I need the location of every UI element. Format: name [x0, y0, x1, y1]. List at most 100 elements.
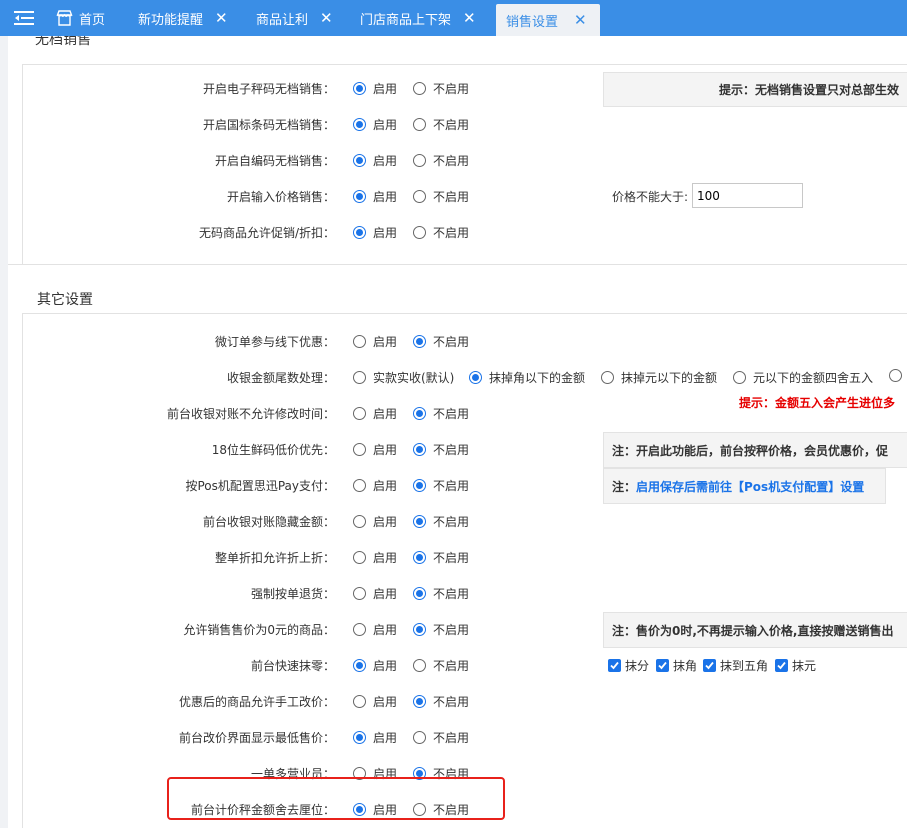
- checkbox-round-half-yuan[interactable]: 抹到五角: [703, 657, 768, 674]
- radio-rounding-drop-yuan[interactable]: 抹掉元以下的金额: [601, 369, 717, 386]
- radio-disable[interactable]: 不启用: [413, 585, 469, 602]
- setting-label: 强制按单退货：: [250, 587, 335, 601]
- radio-enable[interactable]: 启用: [353, 405, 397, 422]
- setting-label: 开启输入价格销售：: [226, 190, 335, 204]
- radio-disable[interactable]: 不启用: [413, 549, 469, 566]
- radio-rounding-drop-jiao[interactable]: 抹掉角以下的金额: [469, 369, 585, 386]
- tab-store-product-listing[interactable]: 门店商品上下架 ✕: [360, 0, 476, 36]
- setting-label: 18位生鲜码低价优先：: [211, 443, 335, 457]
- price-limit-label: 价格不能大于:: [612, 190, 689, 204]
- section-border: [22, 313, 23, 828]
- radio-disable[interactable]: 不启用: [413, 224, 469, 241]
- radio-disable[interactable]: 不启用: [413, 621, 469, 638]
- close-icon[interactable]: ✕: [463, 10, 476, 26]
- tab-label: 新功能提醒: [138, 12, 204, 28]
- radio-enable[interactable]: 启用: [353, 188, 397, 205]
- radio-disable[interactable]: 不启用: [413, 333, 469, 350]
- radio-enable[interactable]: 启用: [353, 477, 397, 494]
- setting-label: 前台快速抹零：: [250, 659, 335, 673]
- radio-enable[interactable]: 启用: [353, 729, 397, 746]
- setting-label: 整单折扣允许折上折：: [214, 551, 335, 565]
- menu-toggle-button[interactable]: [0, 0, 48, 36]
- tab-home[interactable]: 首页: [56, 0, 105, 36]
- tab-label: 首页: [79, 12, 106, 28]
- checkbox-checked-icon: [775, 659, 788, 672]
- radio-enable[interactable]: 启用: [353, 333, 397, 350]
- zero-price-note: 注：售价为0时,不再提示输入价格,直接按赠送销售出: [603, 612, 907, 648]
- close-icon[interactable]: ✕: [574, 12, 587, 28]
- sales-settings-window: 首页 新功能提醒 ✕ 商品让利 ✕ 门店商品上下架 ✕ 销售设置 ✕ 无档销售 …: [0, 0, 907, 828]
- radio-disable[interactable]: 不启用: [413, 657, 469, 674]
- radio-disable[interactable]: 不启用: [413, 765, 469, 782]
- setting-label: 优惠后的商品允许手工改价：: [178, 695, 335, 709]
- radio-enable[interactable]: 启用: [353, 585, 397, 602]
- setting-label: 无码商品允许促销/折扣：: [198, 226, 335, 240]
- radio-disable[interactable]: 不启用: [413, 116, 469, 133]
- radio-enable[interactable]: 启用: [353, 693, 397, 710]
- rounding-warning: 提示：金额五入会产生进位多: [739, 396, 896, 410]
- checkbox-round-yuan[interactable]: 抹元: [775, 657, 816, 674]
- radio-disable[interactable]: 不启用: [413, 801, 469, 818]
- setting-label: 允许销售售价为0元的商品：: [183, 623, 335, 637]
- radio-enable[interactable]: 启用: [353, 621, 397, 638]
- checkbox-checked-icon: [656, 659, 669, 672]
- tab-new-feature-reminder[interactable]: 新功能提醒 ✕: [138, 0, 228, 36]
- radio-disable[interactable]: 不启用: [413, 152, 469, 169]
- pos-pay-config-link[interactable]: 启用保存后需前往【Pos机支付配置】设置: [636, 478, 864, 495]
- setting-label: 开启国标条码无档销售：: [202, 118, 335, 132]
- checkbox-round-jiao[interactable]: 抹角: [656, 657, 697, 674]
- tab-bar: 首页 新功能提醒 ✕ 商品让利 ✕ 门店商品上下架 ✕ 销售设置 ✕: [0, 0, 907, 36]
- unregistered-sales-tip: 提示：无档销售设置只对总部生效: [603, 72, 907, 107]
- radio-disable[interactable]: 不启用: [413, 477, 469, 494]
- radio-rounding-more[interactable]: [889, 369, 907, 382]
- checkbox-checked-icon: [608, 659, 621, 672]
- section-divider: [22, 64, 907, 65]
- radio-enable[interactable]: 启用: [353, 801, 397, 818]
- tab-label: 商品让利: [256, 12, 309, 28]
- tab-label: 门店商品上下架: [360, 12, 452, 28]
- radio-disable[interactable]: 不启用: [413, 188, 469, 205]
- checkbox-checked-icon: [703, 659, 716, 672]
- radio-enable[interactable]: 启用: [353, 152, 397, 169]
- radio-enable[interactable]: 启用: [353, 657, 397, 674]
- fresh-code-note: 注：开启此功能后，前台按秤价格，会员优惠价，促: [603, 432, 907, 468]
- close-icon[interactable]: ✕: [215, 10, 228, 26]
- radio-enable[interactable]: 启用: [353, 80, 397, 97]
- radio-rounding-exact[interactable]: 实款实收(默认): [353, 369, 454, 386]
- setting-label: 前台计价秤金额舍去厘位：: [190, 803, 335, 817]
- tab-sales-settings[interactable]: 销售设置 ✕: [496, 4, 600, 36]
- radio-disable[interactable]: 不启用: [413, 405, 469, 422]
- setting-label: 一单多营业员：: [250, 767, 335, 781]
- section-separator: [8, 264, 907, 265]
- radio-disable[interactable]: 不启用: [413, 513, 469, 530]
- price-limit-input[interactable]: [692, 183, 803, 208]
- pos-pay-note: 注： 启用保存后需前往【Pos机支付配置】设置: [603, 468, 886, 504]
- radio-disable[interactable]: 不启用: [413, 80, 469, 97]
- note-prefix: 注：: [612, 479, 637, 494]
- radio-enable[interactable]: 启用: [353, 224, 397, 241]
- radio-disable[interactable]: 不启用: [413, 693, 469, 710]
- section-title-other: 其它设置: [37, 292, 93, 308]
- menu-toggle-icon: [14, 11, 34, 25]
- radio-enable[interactable]: 启用: [353, 513, 397, 530]
- tab-product-discount[interactable]: 商品让利 ✕: [256, 0, 333, 36]
- setting-label: 微订单参与线下优惠：: [214, 335, 335, 349]
- setting-label: 按Pos机配置思迅Pay支付：: [185, 479, 335, 493]
- radio-enable[interactable]: 启用: [353, 441, 397, 458]
- checkbox-round-fen[interactable]: 抹分: [608, 657, 649, 674]
- section-divider: [22, 313, 907, 314]
- setting-label: 前台改价界面显示最低售价：: [178, 731, 335, 745]
- home-icon: [56, 10, 73, 26]
- setting-label: 前台收银对账不允许修改时间：: [166, 407, 335, 421]
- radio-disable[interactable]: 不启用: [413, 729, 469, 746]
- tab-label: 销售设置: [506, 14, 559, 30]
- radio-enable[interactable]: 启用: [353, 549, 397, 566]
- radio-disable[interactable]: 不启用: [413, 441, 469, 458]
- radio-enable[interactable]: 启用: [353, 765, 397, 782]
- radio-enable[interactable]: 启用: [353, 116, 397, 133]
- close-icon[interactable]: ✕: [320, 10, 333, 26]
- setting-label: 开启电子秤码无档销售：: [202, 82, 335, 96]
- radio-rounding-half-up[interactable]: 元以下的金额四舍五入: [733, 369, 873, 386]
- section-title-unregistered: 无档销售: [35, 36, 91, 48]
- setting-label: 收银金额尾数处理：: [226, 371, 335, 385]
